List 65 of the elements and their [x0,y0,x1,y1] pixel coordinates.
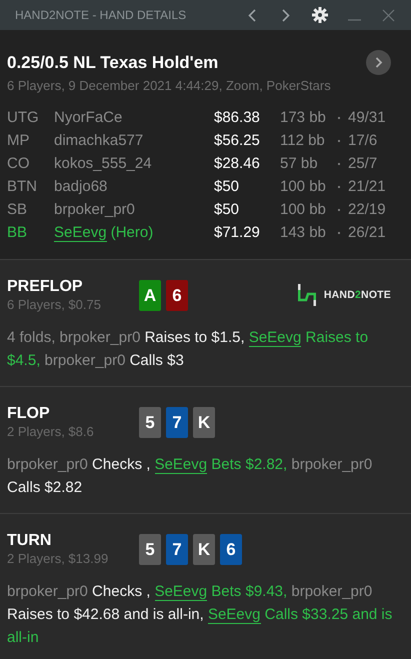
player-name: kokos_555_24 [54,154,153,174]
playing-card: 7 [166,534,188,565]
player-link[interactable]: SeEevg [154,456,208,474]
street-name: FLOP [7,405,51,423]
player-stat: 49/31 [348,108,387,128]
playing-card: 7 [166,407,188,438]
player-stat: 25/7 [348,154,378,174]
big-blinds: 100 bb [280,177,327,197]
hand-subtitle: 6 Players, 9 December 2021 4:44:29, Zoom, PokerStars [7,78,332,93]
window-title: HAND2NOTE - HAND DETAILS [15,8,188,22]
player-link[interactable]: SeEevg [208,606,260,624]
player-stat: 21/21 [348,177,387,197]
big-blinds: 143 bb [280,223,327,243]
big-blinds: 57 bb [280,154,319,174]
position-label: SB [7,200,28,220]
stack-amount: $86.38 [214,108,261,128]
chevron-left-icon [248,8,256,22]
playing-card: 5 [139,407,161,438]
playing-card: 6 [220,534,242,565]
big-blinds: 173 bb [280,108,327,128]
player-name: badjo68 [54,177,108,197]
logo-icon [298,284,316,306]
position-label: BTN [7,177,38,197]
street-info: 2 Players, $13.99 [7,551,110,566]
hand-title: 0.25/0.5 NL Texas Hold'em [7,52,218,72]
playing-card: 5 [139,534,161,565]
position-label: BB [7,223,28,243]
street-info: 6 Players, $0.75 [7,297,102,312]
playing-card: 6 [166,280,188,311]
next-hand-button[interactable] [366,50,391,75]
big-blinds: 112 bb [280,131,326,151]
player-link[interactable]: SeEevg [54,224,107,242]
position-label: CO [7,154,30,174]
action-text: 4 folds, brpoker_pr0 Raises to $1.5, SeEevg Raises to $4.5, brpoker_pr0 Calls $3 [7,328,370,371]
player-name: dimachka577 [54,131,144,151]
player-name: NyorFaCe [54,108,124,128]
player-link[interactable]: SeEevg [154,583,208,601]
stack-amount: $50 [214,177,240,197]
minimize-icon [348,19,360,21]
player-link[interactable]: SeEevg [248,329,302,347]
chevron-right-icon [282,8,290,22]
logo-text: HAND2NOTE [324,289,391,301]
close-icon [382,8,394,22]
position-label: MP [7,131,30,151]
stack-amount: $50 [214,200,240,220]
position-label: UTG [7,108,40,128]
player-name: SeEevg (Hero) [54,223,154,243]
action-text: brpoker_pr0 Checks , SeEevg Bets $2.82, brpoker_pr0 Calls $2.82 [7,455,374,498]
big-blinds: 100 bb [280,200,327,220]
stack-amount: $28.46 [214,154,261,174]
stack-amount: $56.25 [214,131,261,151]
playing-card: K [193,534,215,565]
street-name: PREFLOP [7,278,84,296]
street-info: 2 Players, $8.6 [7,424,95,439]
action-text: brpoker_pr0 Checks , SeEevg Bets $9.43, brpoker_pr0 Raises to $42.68 and is all-in, SeEevg Calls $33.25 and is all-in [7,582,394,648]
gear-icon [312,7,328,23]
player-stat: 22/19 [348,200,387,220]
player-stat: 17/6 [348,131,378,151]
street-name: TURN [7,532,52,550]
stack-amount: $71.29 [214,223,261,243]
chevron-right-icon [374,57,382,68]
player-stat: 26/21 [348,223,387,243]
player-name: brpoker_pr0 [54,200,136,220]
playing-card: K [193,407,215,438]
playing-card: A [139,280,161,311]
